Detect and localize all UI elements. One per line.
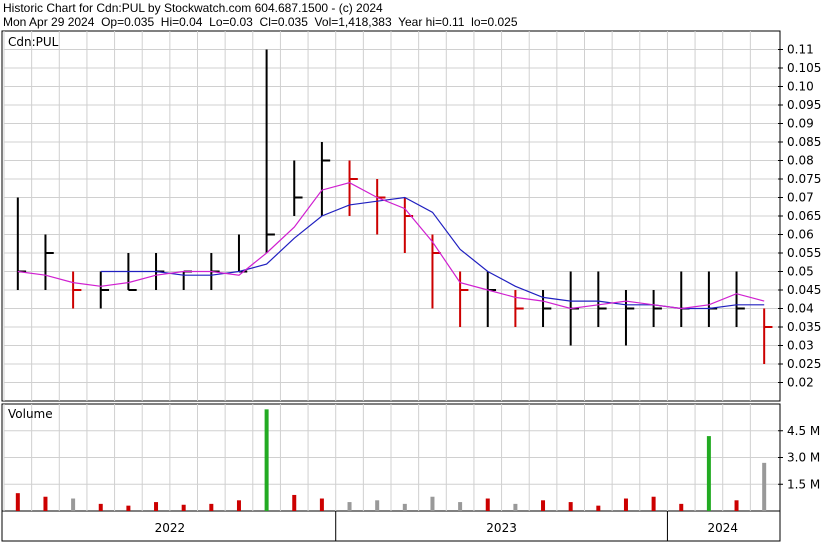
- volume-bar: [706, 436, 711, 511]
- volume-bar: [126, 505, 131, 511]
- volume-bar: [458, 502, 463, 511]
- stock-chart: 0.11 0.105 0.10 0.095 0.09 0.085 0.08 0.075 0.07…: [1, 30, 821, 542]
- volume-bar: [154, 502, 159, 511]
- price-tick-label: 0.02: [787, 376, 814, 390]
- price-tick-label: 0.085: [787, 135, 821, 149]
- volume-bar: [402, 503, 407, 511]
- volume-tick-label: 3.0 M: [787, 451, 820, 465]
- volume-bar: [596, 505, 601, 511]
- volume-bar: [236, 500, 241, 511]
- price-tick-label: 0.025: [787, 357, 821, 371]
- price-tick-label: 0.11: [787, 43, 814, 57]
- price-tick-label: 0.075: [787, 172, 821, 186]
- price-tick-label: 0.055: [787, 246, 821, 260]
- price-tick-label: 0.095: [787, 98, 821, 112]
- volume-bar: [485, 498, 490, 511]
- volume-bar: [43, 496, 48, 511]
- price-tick-label: 0.035: [787, 320, 821, 334]
- volume-bar: [15, 493, 20, 511]
- volume-bar: [375, 500, 380, 511]
- price-tick-label: 0.045: [787, 283, 821, 297]
- x-axis-year-label: 2022: [155, 521, 186, 535]
- volume-bar: [513, 503, 518, 511]
- volume-bar: [568, 502, 573, 511]
- price-tick-label: 0.08: [787, 154, 814, 168]
- x-axis-year-label: 2023: [486, 521, 517, 535]
- price-tick-label: 0.03: [787, 339, 814, 353]
- volume-bar: [734, 500, 739, 511]
- volume-bar: [623, 498, 628, 511]
- price-tick-label: 0.09: [787, 117, 814, 131]
- symbol-label: Cdn:PUL: [8, 35, 59, 49]
- price-tick-label: 0.10: [787, 80, 814, 94]
- price-tick-label: 0.05: [787, 265, 814, 279]
- price-tick-label: 0.07: [787, 191, 814, 205]
- volume-bar: [651, 496, 656, 511]
- price-tick-label: 0.06: [787, 228, 814, 242]
- volume-bar: [98, 503, 103, 511]
- volume-tick-label: 1.5 M: [787, 477, 820, 491]
- volume-bar: [71, 498, 76, 511]
- price-tick-label: 0.04: [787, 302, 814, 316]
- date-axis-panel: [1, 510, 781, 542]
- volume-bar: [679, 503, 684, 511]
- volume-tick-label: 4.5 M: [787, 424, 820, 438]
- price-tick-label: 0.065: [787, 209, 821, 223]
- volume-bar: [292, 494, 297, 511]
- volume-bar: [264, 409, 269, 511]
- volume-label: Volume: [8, 407, 53, 421]
- volume-bar: [762, 462, 767, 511]
- price-tick-label: 0.105: [787, 61, 821, 75]
- volume-bar: [209, 503, 214, 511]
- volume-bar: [181, 504, 186, 511]
- volume-bar: [541, 500, 546, 511]
- volume-bar: [347, 502, 352, 511]
- volume-bar: [319, 498, 324, 511]
- x-axis-year-label: 2024: [707, 521, 738, 535]
- volume-bar: [430, 496, 435, 511]
